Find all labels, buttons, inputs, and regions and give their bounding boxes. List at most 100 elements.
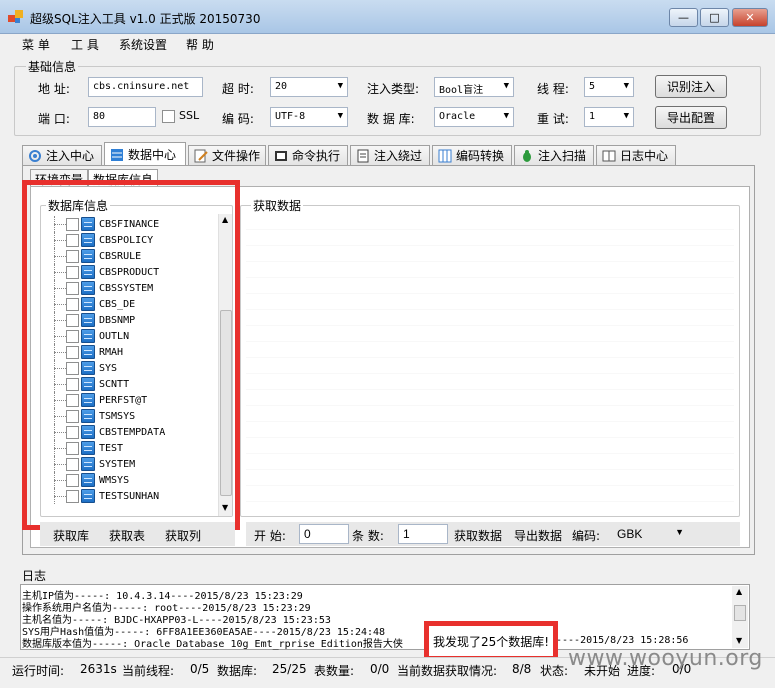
encode-value: GBK: [617, 527, 643, 541]
count-input[interactable]: 1: [398, 524, 448, 544]
database-value: Oracle: [439, 111, 476, 122]
database-select[interactable]: Oracle ▼: [434, 107, 514, 127]
notification-highlight: 我发现了25个数据库!: [424, 621, 558, 661]
inject-type-select[interactable]: Bool盲注 ▼: [434, 77, 514, 97]
watermark: www.wooyun.org: [568, 646, 763, 671]
terminal-icon: [274, 149, 288, 163]
port-input[interactable]: 80: [88, 107, 156, 127]
close-button[interactable]: ✕: [732, 8, 768, 27]
menu-help[interactable]: 帮 助: [186, 36, 214, 53]
scroll-down-icon[interactable]: ▼: [736, 636, 742, 645]
fetch-data-title: 获取数据: [251, 197, 304, 214]
minimize-icon: —: [678, 11, 689, 24]
app-icon: [8, 10, 24, 24]
chevron-down-icon: ▼: [337, 111, 343, 121]
threads-select[interactable]: 5 ▼: [584, 77, 634, 97]
tables-status-value: 0/0: [370, 662, 390, 676]
tables-status-label: 表数量:: [314, 664, 355, 678]
ssl-label: SSL: [179, 109, 200, 122]
chevron-down-icon: ▼: [623, 81, 629, 91]
menu-tools[interactable]: 工 具: [71, 36, 99, 53]
tab-command-exec[interactable]: 命令执行: [268, 145, 348, 165]
data-grid[interactable]: [246, 214, 734, 514]
inject-type-value: Bool盲注: [439, 85, 484, 96]
log-title: 日志: [22, 569, 47, 583]
encoding-label: 编 码:: [222, 112, 254, 126]
tab-inject-center[interactable]: 注入中心: [22, 145, 102, 165]
runtime-label: 运行时间:: [12, 664, 65, 678]
menu-bar: [0, 34, 775, 55]
tab-label: 文件操作: [212, 149, 261, 163]
grid-icon: [438, 149, 452, 163]
encode-select[interactable]: GBK ▼: [613, 524, 688, 544]
state-label: 状态:: [540, 664, 569, 678]
tab-encode-convert[interactable]: 编码转换: [432, 145, 512, 165]
threads-status-value: 0/5: [190, 662, 210, 676]
threads-label: 线 程:: [537, 82, 569, 96]
timeout-value: 20: [275, 81, 288, 92]
timeout-select[interactable]: 20 ▼: [270, 77, 348, 97]
log-line: 数据库版本值为-----: Oracle Database 10g Emt_rp…: [22, 639, 403, 650]
start-input[interactable]: 0: [299, 524, 349, 544]
scroll-thumb[interactable]: [734, 605, 746, 621]
bug-icon: [520, 149, 534, 163]
encoding-value: UTF-8: [275, 111, 306, 122]
tab-label: 日志中心: [620, 149, 669, 163]
log-scrollbar[interactable]: ▲ ▼: [732, 586, 748, 648]
fetch-data-button[interactable]: 获取数据: [454, 527, 502, 544]
count-label: 条 数:: [352, 529, 384, 543]
get-db-button[interactable]: 获取库: [53, 527, 89, 544]
retry-label: 重 试:: [537, 112, 569, 126]
retry-value: 1: [589, 111, 596, 122]
highlight-box: [22, 180, 240, 530]
encode-label: 编码:: [572, 529, 601, 543]
address-input[interactable]: cbs.cninsure.net: [88, 77, 203, 97]
minimize-button[interactable]: —: [669, 8, 698, 27]
chevron-down-icon: ▼: [503, 81, 509, 91]
chevron-down-icon: ▼: [675, 527, 684, 537]
menu-settings[interactable]: 系统设置: [119, 36, 167, 53]
tab-data-center[interactable]: 数据中心: [104, 142, 186, 166]
tab-label: 注入扫描: [538, 149, 587, 163]
scroll-up-icon[interactable]: ▲: [736, 587, 742, 596]
db-status-label: 数据库:: [217, 664, 258, 678]
tab-inject-bypass[interactable]: 注入绕过: [350, 145, 430, 165]
gear-icon: [28, 149, 42, 163]
tab-inject-scan[interactable]: 注入扫描: [514, 145, 594, 165]
window-title: 超级SQL注入工具 v1.0 正式版 20150730: [30, 12, 261, 26]
db-status-value: 25/25: [272, 662, 307, 676]
get-table-button[interactable]: 获取表: [109, 527, 145, 544]
tab-log-center[interactable]: 日志中心: [596, 145, 676, 165]
tab-label: 命令执行: [292, 149, 341, 163]
tab-label: 注入中心: [46, 149, 95, 163]
chevron-down-icon: ▼: [337, 81, 343, 91]
runtime-value: 2631s: [80, 662, 117, 676]
maximize-icon: □: [709, 11, 720, 24]
log-icon: [602, 149, 616, 163]
tab-file-ops[interactable]: 文件操作: [188, 145, 266, 165]
document-icon: [356, 149, 370, 163]
fetch-status-label: 当前数据获取情况:: [397, 664, 498, 678]
basic-info-title: 基础信息: [26, 58, 79, 75]
retry-select[interactable]: 1 ▼: [584, 107, 634, 127]
maximize-button[interactable]: □: [700, 8, 729, 27]
notification-text: 我发现了25个数据库!: [432, 634, 550, 649]
export-config-button[interactable]: 导出配置: [655, 106, 727, 129]
chevron-down-icon: ▼: [503, 111, 509, 121]
chevron-down-icon: ▼: [623, 111, 629, 121]
identify-injection-button[interactable]: 识别注入: [655, 75, 727, 98]
threads-status-label: 当前线程:: [122, 664, 175, 678]
tab-label: 编码转换: [456, 149, 505, 163]
tab-label: 数据中心: [128, 148, 177, 162]
database-label: 数 据 库:: [367, 112, 415, 126]
log-line-suffix: ----2015/8/23 15:28:56: [556, 635, 689, 646]
ssl-checkbox[interactable]: [162, 110, 175, 123]
start-label: 开 始:: [254, 529, 286, 543]
export-data-button[interactable]: 导出数据: [514, 527, 562, 544]
threads-value: 5: [589, 81, 596, 92]
get-column-button[interactable]: 获取列: [165, 527, 201, 544]
menu-main[interactable]: 菜 单: [22, 36, 50, 53]
port-label: 端 口:: [38, 112, 70, 126]
encoding-select[interactable]: UTF-8 ▼: [270, 107, 348, 127]
tab-label: 注入绕过: [374, 149, 423, 163]
